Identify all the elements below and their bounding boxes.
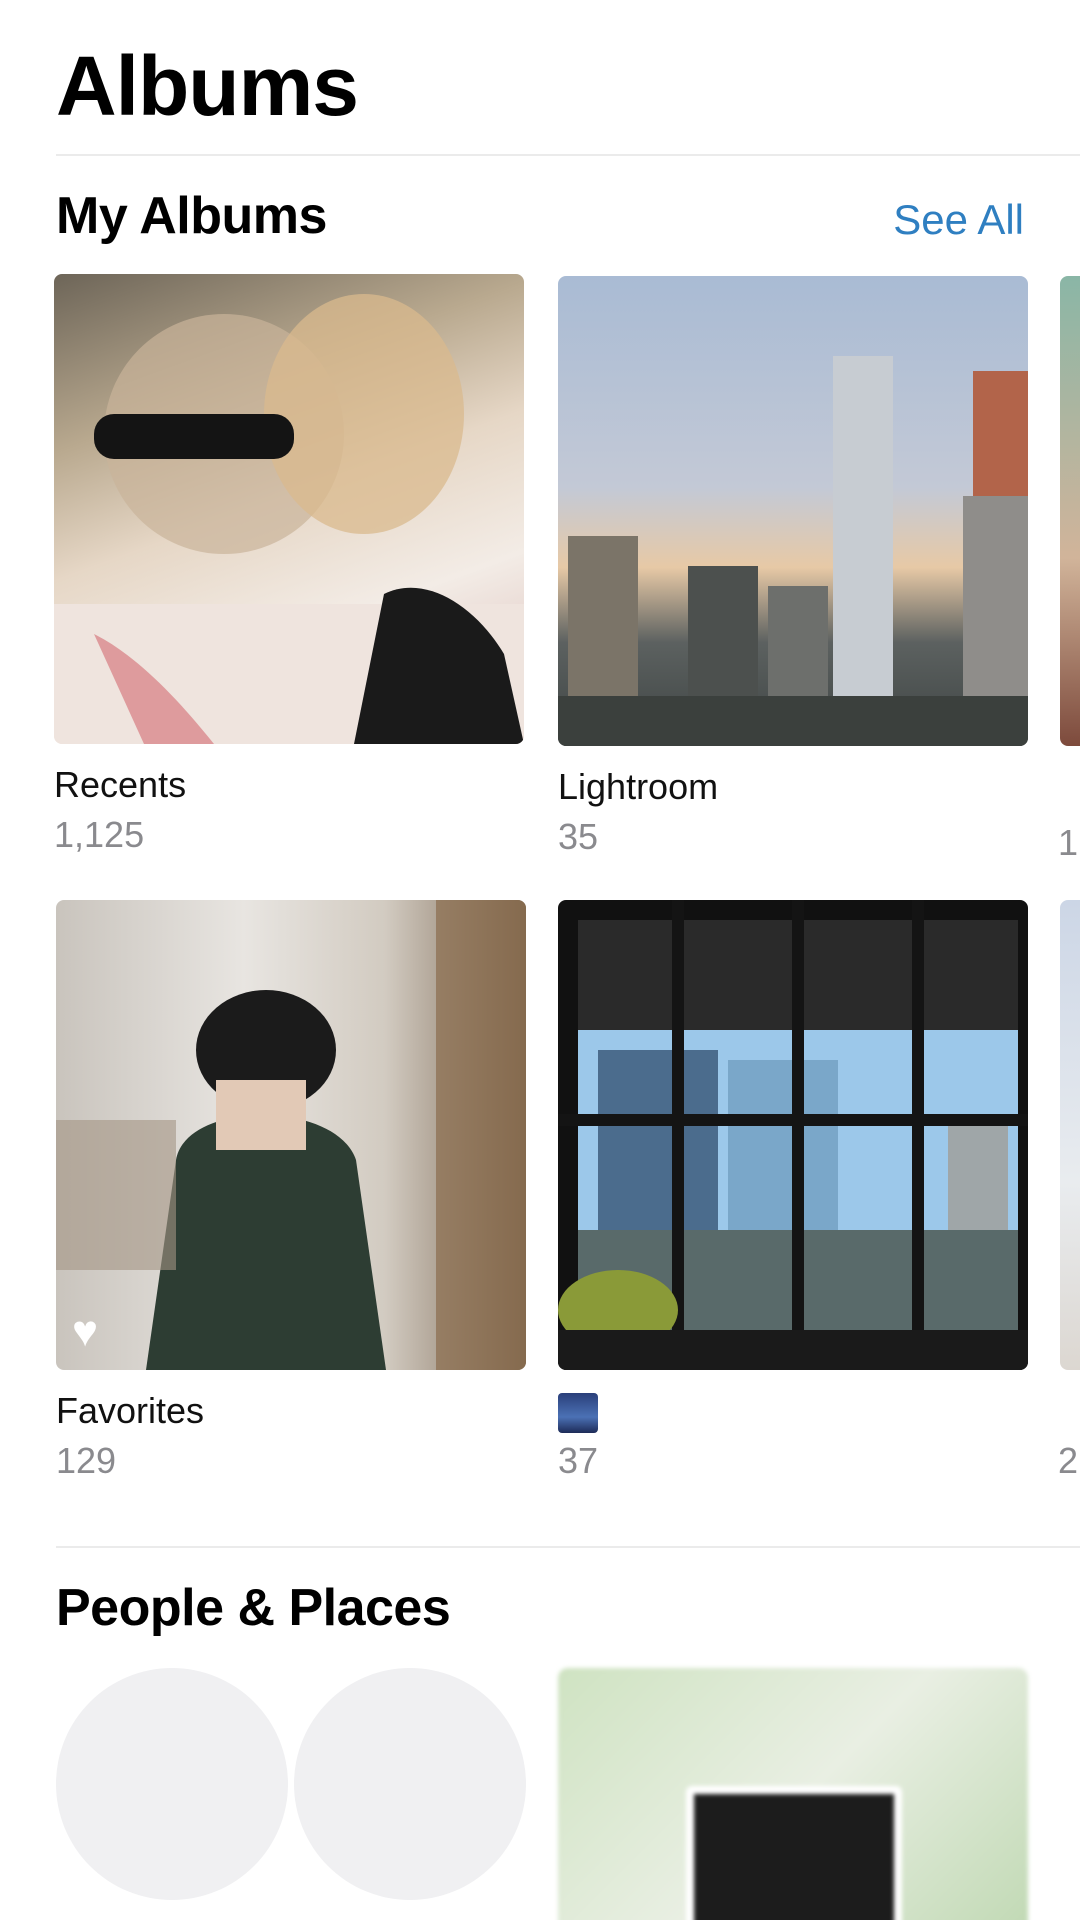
person-placeholder-avatar[interactable] bbox=[294, 1668, 526, 1900]
lightroom-thumbnail bbox=[558, 276, 1028, 746]
album-count: 37 bbox=[558, 1440, 599, 1481]
recents-thumbnail bbox=[54, 274, 524, 744]
person-placeholder-avatar[interactable] bbox=[56, 1668, 288, 1900]
album-count: 129 bbox=[56, 1440, 117, 1481]
partial-album-thumbnail[interactable] bbox=[1060, 276, 1080, 746]
page-title: Albums bbox=[56, 39, 359, 133]
favorites-thumbnail: ♥ bbox=[56, 900, 526, 1370]
album-favorites[interactable]: ♥ Favorites 129 bbox=[56, 900, 526, 1481]
album-night-city[interactable]: 37 bbox=[558, 900, 1028, 1481]
city-skyline-art bbox=[558, 356, 1028, 746]
album-name: Favorites bbox=[56, 1390, 205, 1431]
window-view-thumbnail bbox=[558, 900, 1028, 1370]
recents-photo-art bbox=[54, 294, 524, 744]
partial-album-thumbnail[interactable] bbox=[1060, 900, 1080, 1370]
partial-album-count: 1 bbox=[1058, 822, 1079, 863]
see-all-button[interactable]: See All bbox=[893, 196, 1024, 244]
album-name: Lightroom bbox=[558, 766, 719, 807]
album-name: Recents bbox=[54, 764, 187, 805]
header-divider bbox=[56, 154, 1080, 156]
album-lightroom[interactable]: Lightroom 35 bbox=[558, 276, 1028, 857]
night-city-emoji-icon bbox=[558, 1393, 598, 1434]
people-places-heading: People & Places bbox=[56, 1579, 451, 1637]
albums-screen: Albums My Albums See All Recents 1,125 L… bbox=[0, 0, 1080, 1920]
album-count: 1,125 bbox=[54, 814, 145, 855]
section-divider bbox=[56, 1546, 1080, 1548]
album-count: 35 bbox=[558, 816, 599, 857]
my-albums-heading: My Albums bbox=[56, 187, 327, 245]
partial-album-count: 2 bbox=[1058, 1440, 1079, 1481]
places-map-tile[interactable] bbox=[558, 1668, 1028, 1920]
mirror-selfie-art bbox=[56, 900, 526, 1370]
album-recents[interactable]: Recents 1,125 bbox=[54, 274, 524, 855]
map-photo-pin bbox=[686, 1786, 902, 1920]
window-view-art bbox=[558, 900, 1028, 1370]
heart-icon: ♥ bbox=[72, 1307, 99, 1356]
album-name bbox=[558, 1390, 598, 1434]
